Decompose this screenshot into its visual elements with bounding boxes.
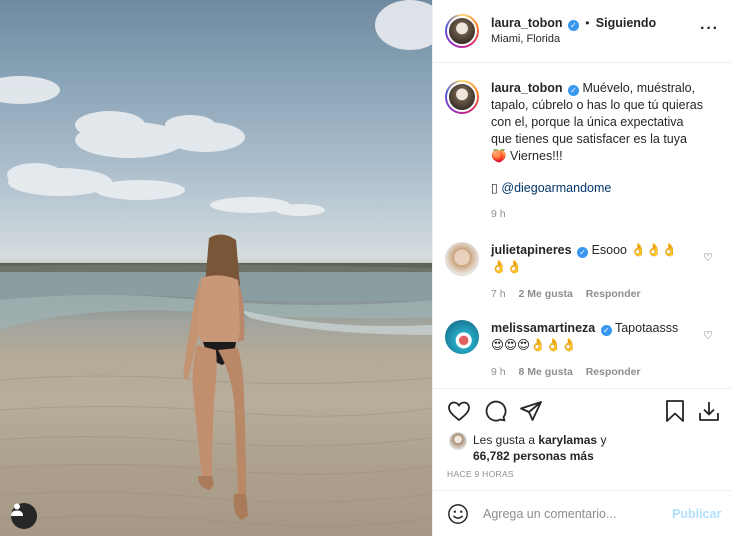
post-side-panel: laura_tobon ✓ • Siguiendo Miami, Florida… (432, 0, 731, 536)
reply-button[interactable]: Responder (586, 366, 641, 378)
post-header: laura_tobon ✓ • Siguiendo Miami, Florida… (433, 0, 731, 63)
likes-joiner: y (600, 433, 607, 447)
caption: laura_tobon ✓ Muévelo, muéstralo, tapalo… (445, 80, 703, 223)
comment-like-heart-icon[interactable]: ♡ (703, 251, 713, 264)
follow-status-button[interactable]: Siguiendo (596, 16, 656, 30)
post-actions: Les gusta a karylamas y 66,782 personas … (433, 388, 731, 490)
comment-likes[interactable]: 2 Me gusta (519, 288, 573, 300)
comment-time[interactable]: 9 h (491, 366, 506, 378)
liker-username[interactable]: karylamas (538, 433, 597, 447)
post-photo[interactable] (0, 0, 432, 536)
photo-credit-mention[interactable]: @diegoarmandome (501, 181, 611, 195)
add-comment-form: Publicar (433, 490, 731, 536)
reply-button[interactable]: Responder (586, 288, 641, 300)
author-username[interactable]: laura_tobon (491, 16, 563, 30)
comment-time[interactable]: 7 h (491, 288, 506, 300)
avatar[interactable] (445, 80, 479, 114)
tagged-user-button[interactable] (11, 503, 37, 529)
comment-username[interactable]: julietapineres (491, 243, 572, 257)
share-icon[interactable] (519, 399, 543, 423)
comment-icon[interactable] (483, 399, 507, 423)
comment-item: melissamartineza ✓ Tapotaasss 😍😍😍👌👌👌 9 h… (445, 320, 681, 381)
bookmark-icon[interactable] (663, 399, 687, 423)
caption-time[interactable]: 9 h (491, 208, 506, 220)
avatar[interactable] (449, 432, 467, 450)
beach-scene (0, 0, 432, 527)
verified-badge-icon: ✓ (600, 325, 612, 336)
post-location[interactable]: Miami, Florida (491, 31, 656, 47)
verified-badge-icon: ✓ (577, 247, 589, 258)
likes-prefix: Les gusta a (473, 433, 536, 447)
likes-summary: Les gusta a karylamas y 66,782 personas … (449, 432, 606, 464)
comment-username[interactable]: melissamartineza (491, 321, 595, 335)
more-horizontal-icon[interactable]: ··· (700, 21, 719, 37)
photo-credit-glyph: ▯ (491, 181, 498, 195)
post-timestamp[interactable]: HACE 9 HORAS (447, 469, 514, 479)
verified-badge-icon: ✓ (567, 20, 579, 31)
comment-like-heart-icon[interactable]: ♡ (703, 329, 713, 342)
publish-comment-button[interactable]: Publicar (672, 507, 721, 521)
comment-input[interactable] (483, 506, 668, 521)
verified-badge-icon: ✓ (568, 85, 580, 96)
smiley-icon[interactable] (447, 503, 469, 525)
separator-dot: • (585, 16, 590, 30)
user-icon (11, 503, 23, 516)
caption-username[interactable]: laura_tobon (491, 81, 563, 95)
download-icon[interactable] (697, 399, 721, 423)
avatar[interactable] (445, 14, 479, 48)
comments-section: laura_tobon ✓ Muévelo, muéstralo, tapalo… (433, 64, 731, 388)
likes-count[interactable]: 66,782 personas más (473, 449, 594, 463)
avatar[interactable] (445, 242, 479, 276)
heart-icon[interactable] (447, 399, 471, 423)
comment-likes[interactable]: 8 Me gusta (519, 366, 573, 378)
avatar[interactable] (445, 320, 479, 354)
instagram-post: laura_tobon ✓ • Siguiendo Miami, Florida… (0, 0, 731, 536)
comment-item: julietapineres ✓ Esooo 👌👌👌👌👌 7 h 2 Me gu… (445, 242, 681, 303)
